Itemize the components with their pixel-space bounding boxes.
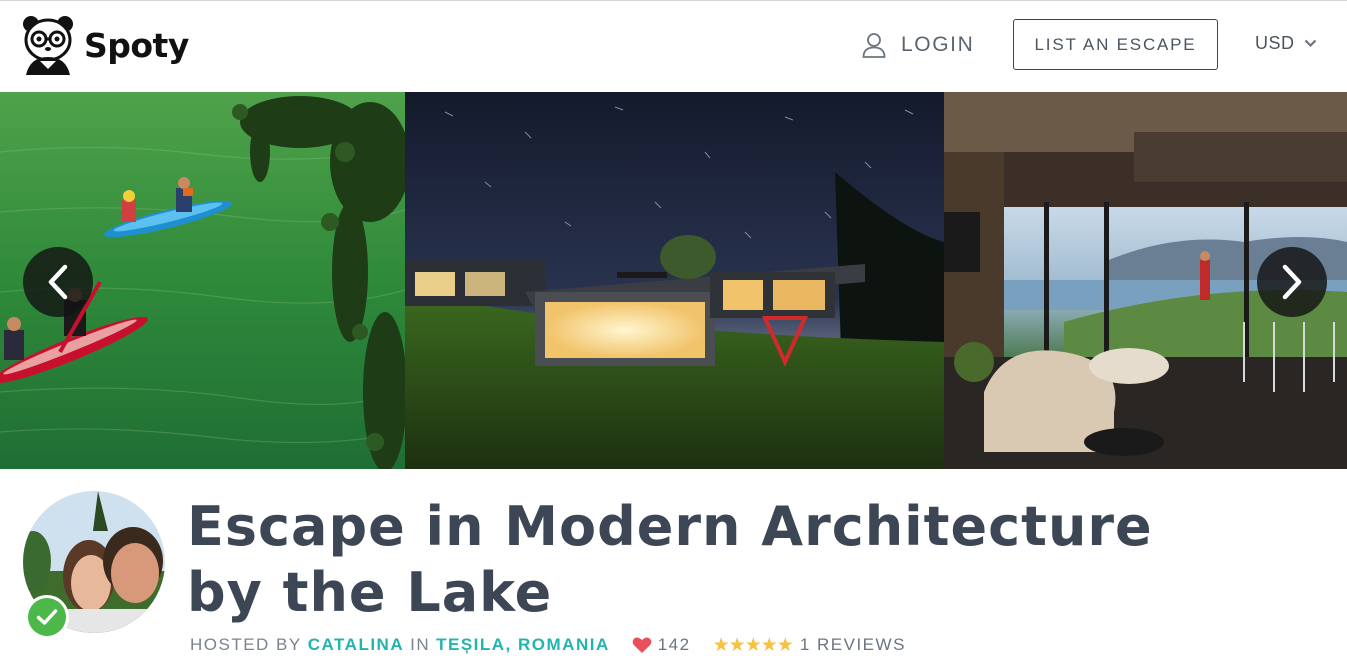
brand-logo[interactable]: Spoty: [22, 15, 189, 77]
star-icon: ★: [728, 634, 746, 656]
currency-value: USD: [1255, 33, 1295, 53]
star-icon: ★: [776, 634, 794, 656]
brand-name: Spoty: [84, 25, 189, 65]
in-label: IN: [410, 635, 431, 654]
rating-summary[interactable]: ★ ★ ★ ★ ★ 1 REVIEWS: [713, 635, 906, 655]
gallery-next-button[interactable]: [1257, 247, 1327, 317]
house-night-photo: [405, 92, 944, 469]
star-rating: ★ ★ ★ ★ ★: [712, 634, 794, 656]
reviews-count: 1 REVIEWS: [799, 635, 906, 654]
login-link[interactable]: LOGIN: [862, 32, 974, 58]
chevron-left-icon: [48, 264, 68, 300]
listing-meta: HOSTED BY CATALINA IN TEȘILA, ROMANIA 14…: [190, 635, 906, 655]
photo-gallery-carousel: [0, 92, 1347, 469]
user-icon: [862, 33, 886, 58]
star-icon: ★: [712, 634, 730, 656]
chevron-down-icon: [1304, 39, 1316, 48]
chevron-right-icon: [1282, 264, 1302, 300]
currency-selector[interactable]: USD: [1255, 33, 1317, 54]
login-label: LOGIN: [901, 33, 975, 56]
top-navigation-bar: Spoty LOGIN LIST AN ESCAPE USD: [0, 0, 1347, 92]
likes-count: 142: [657, 635, 691, 654]
check-badge-icon: [36, 609, 58, 625]
star-icon: ★: [744, 634, 762, 656]
host-name-link[interactable]: CATALINA: [308, 635, 404, 655]
likes-counter[interactable]: 142: [632, 635, 691, 655]
gallery-prev-button[interactable]: [23, 247, 93, 317]
hosted-by-label: HOSTED BY: [190, 635, 302, 654]
location-link[interactable]: TEȘILA, ROMANIA: [436, 635, 610, 655]
list-an-escape-button[interactable]: LIST AN ESCAPE: [1013, 19, 1218, 70]
panda-logo-icon: [23, 16, 73, 75]
listing-title: Escape in Modern Architecture by the Lak…: [187, 495, 1153, 624]
verified-host-badge: [25, 595, 69, 639]
star-icon: ★: [760, 634, 778, 656]
gallery-photo-house-night[interactable]: [405, 92, 944, 469]
heart-icon: [632, 637, 652, 653]
